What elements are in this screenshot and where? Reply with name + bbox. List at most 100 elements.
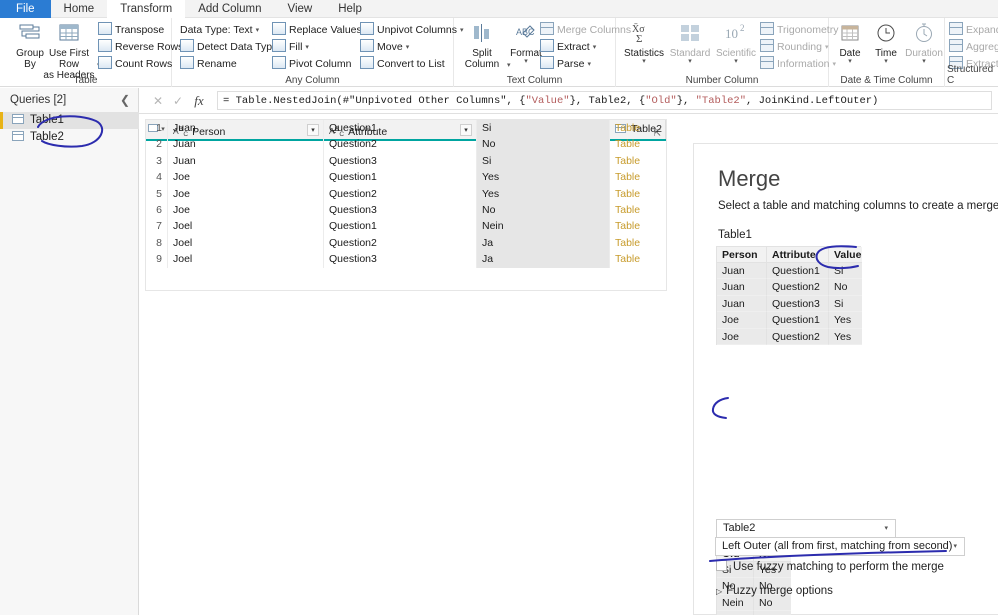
extract-caret-icon[interactable]: ▾ xyxy=(593,44,597,51)
parse-button[interactable]: Parse ▾ xyxy=(540,56,591,72)
statistics-caret-icon[interactable]: ▾ xyxy=(618,58,670,65)
formula-input[interactable]: = Table.NestedJoin(#"Unpivoted Other Col… xyxy=(217,91,992,110)
tab-view[interactable]: View xyxy=(275,0,326,18)
table-row[interactable]: 3 Juan Question3 Si Table xyxy=(146,152,666,170)
fill-button[interactable]: Fill ▾ xyxy=(272,39,309,55)
cell-person[interactable]: Joe xyxy=(168,169,324,186)
fuzzy-merge-options-expander[interactable]: ▷ Fuzzy merge options xyxy=(716,585,833,597)
query-item-table2[interactable]: Table2 xyxy=(0,129,139,146)
cell-attribute[interactable]: Question3 xyxy=(324,202,477,219)
cell-attribute[interactable]: Question1 xyxy=(324,169,477,186)
date-caret-icon[interactable]: ▾ xyxy=(831,58,869,65)
rename-button[interactable]: Rename xyxy=(180,56,237,72)
detect-data-type-button[interactable]: Detect Data Type xyxy=(180,39,278,55)
confirm-icon[interactable]: ✓ xyxy=(167,93,189,109)
cell-attribute[interactable]: Question1 xyxy=(324,120,477,137)
scientific-caret-icon[interactable]: ▾ xyxy=(710,58,762,65)
cell-value[interactable]: No xyxy=(477,202,610,219)
reverse-rows-button[interactable]: Reverse Rows xyxy=(98,39,183,55)
data-type-caret-icon[interactable]: ▾ xyxy=(256,27,260,34)
table-row[interactable]: 6 Joe Question3 No Table xyxy=(146,202,666,219)
cell-attribute[interactable]: Question2 xyxy=(324,234,477,252)
cell-person[interactable]: Juan xyxy=(168,152,324,170)
standard-caret-icon[interactable]: ▾ xyxy=(664,58,716,65)
cell-table-link[interactable]: Table xyxy=(610,235,666,251)
tab-transform[interactable]: Transform xyxy=(107,0,186,18)
table-row[interactable]: 7 Joel Question1 Nein Table xyxy=(146,218,666,235)
statistics-button[interactable]: X̄σ Σ Statistics ▾ xyxy=(618,22,670,65)
tab-home[interactable]: Home xyxy=(51,0,108,18)
move-caret-icon[interactable]: ▾ xyxy=(406,44,410,51)
cell-person[interactable]: Joe xyxy=(168,202,324,219)
fx-icon[interactable]: fx xyxy=(187,92,211,110)
rounding-caret-icon[interactable]: ▾ xyxy=(825,44,829,51)
chevron-down-icon[interactable]: ▾ xyxy=(884,520,888,538)
cell-value[interactable]: Si xyxy=(477,120,610,137)
cell-person[interactable]: Juan xyxy=(168,136,324,153)
data-type-button[interactable]: Data Type: Text ▾ xyxy=(180,22,259,38)
tab-add-column[interactable]: Add Column xyxy=(185,0,274,18)
cell-value[interactable]: Si xyxy=(477,152,610,170)
tab-help[interactable]: Help xyxy=(325,0,375,18)
join-kind-select[interactable]: Left Outer (all from first, matching fro… xyxy=(715,537,965,556)
transpose-button[interactable]: Transpose xyxy=(98,22,164,38)
standard-button[interactable]: Standard ▾ xyxy=(664,22,716,65)
cell-attribute[interactable]: Question3 xyxy=(324,152,477,170)
cell-table-link[interactable]: Table xyxy=(610,202,666,218)
chevron-down-icon[interactable]: ▾ xyxy=(953,538,957,556)
information-button[interactable]: Information ▾ xyxy=(760,56,836,72)
table-row[interactable]: 2 Juan Question2 No Table xyxy=(146,136,666,153)
tab-file[interactable]: File xyxy=(0,0,51,18)
cell-value[interactable]: Ja xyxy=(477,234,610,252)
cell-table-link[interactable]: Table xyxy=(610,136,666,152)
cell-table-link[interactable]: Table xyxy=(610,251,666,267)
extract-button[interactable]: Extract ▾ xyxy=(540,39,596,55)
cell-value[interactable]: Nein xyxy=(477,218,610,235)
table-row[interactable]: 8 Joel Question2 Ja Table xyxy=(146,234,666,252)
unpivot-columns-button[interactable]: Unpivot Columns ▾ xyxy=(360,22,463,38)
time-caret-icon[interactable]: ▾ xyxy=(867,58,905,65)
move-button[interactable]: Move ▾ xyxy=(360,39,409,55)
query-item-table1[interactable]: Table1 xyxy=(0,112,139,129)
cell-person[interactable]: Juan xyxy=(168,120,324,137)
fuzzy-matching-checkbox-row[interactable]: Use fuzzy matching to perform the merge xyxy=(716,560,944,573)
table-row[interactable]: 9 Joel Question3 Ja Table xyxy=(146,251,666,268)
merge-table2-dropdown[interactable]: Table2 ▾ xyxy=(716,519,896,538)
cell-table-link[interactable]: Table xyxy=(610,186,666,202)
table-row[interactable]: 4 Joe Question1 Yes Table xyxy=(146,169,666,186)
cell-table-link[interactable]: Table xyxy=(610,169,666,185)
cell-table-link[interactable]: Table xyxy=(610,120,666,136)
aggregate-button[interactable]: Aggrega xyxy=(949,39,998,55)
cell-attribute[interactable]: Question2 xyxy=(324,136,477,153)
count-rows-button[interactable]: Count Rows xyxy=(98,56,172,72)
duration-caret-icon[interactable]: ▾ xyxy=(903,58,945,65)
time-button[interactable]: Time ▾ xyxy=(867,22,905,65)
cell-value[interactable]: No xyxy=(477,136,610,153)
use-first-row-as-headers-button[interactable]: Use First Row as Headers xyxy=(38,22,100,81)
cell-table-link[interactable]: Table xyxy=(610,153,666,169)
fuzzy-matching-checkbox[interactable] xyxy=(716,560,727,571)
cell-person[interactable]: Joe xyxy=(168,185,324,202)
cell-table-link[interactable]: Table xyxy=(610,218,666,234)
expand-button[interactable]: Expand xyxy=(949,22,998,38)
scientific-button[interactable]: 10 2 Scientific ▾ xyxy=(710,22,762,65)
cell-person[interactable]: Joel xyxy=(168,218,324,235)
triangle-right-icon[interactable]: ▷ xyxy=(716,587,722,596)
cell-attribute[interactable]: Question1 xyxy=(324,218,477,235)
cell-value[interactable]: Ja xyxy=(477,251,610,268)
cell-value[interactable]: Yes xyxy=(477,169,610,186)
parse-caret-icon[interactable]: ▾ xyxy=(587,61,591,68)
date-button[interactable]: Date ▾ xyxy=(831,22,869,65)
rounding-button[interactable]: Rounding ▾ xyxy=(760,39,828,55)
chevron-left-icon[interactable]: ❮ xyxy=(120,93,130,107)
fill-caret-icon[interactable]: ▾ xyxy=(305,44,309,51)
duration-button[interactable]: Duration ▾ xyxy=(903,22,945,65)
cell-attribute[interactable]: Question3 xyxy=(324,251,477,268)
table-row[interactable]: 5 Joe Question2 Yes Table xyxy=(146,185,666,202)
cell-person[interactable]: Joel xyxy=(168,251,324,268)
cancel-icon[interactable]: ✕ xyxy=(147,93,169,109)
cell-attribute[interactable]: Question2 xyxy=(324,185,477,202)
convert-to-list-button[interactable]: Convert to List xyxy=(360,56,445,72)
replace-values-button[interactable]: Replace Values▾ xyxy=(272,22,368,38)
cell-person[interactable]: Joel xyxy=(168,234,324,252)
